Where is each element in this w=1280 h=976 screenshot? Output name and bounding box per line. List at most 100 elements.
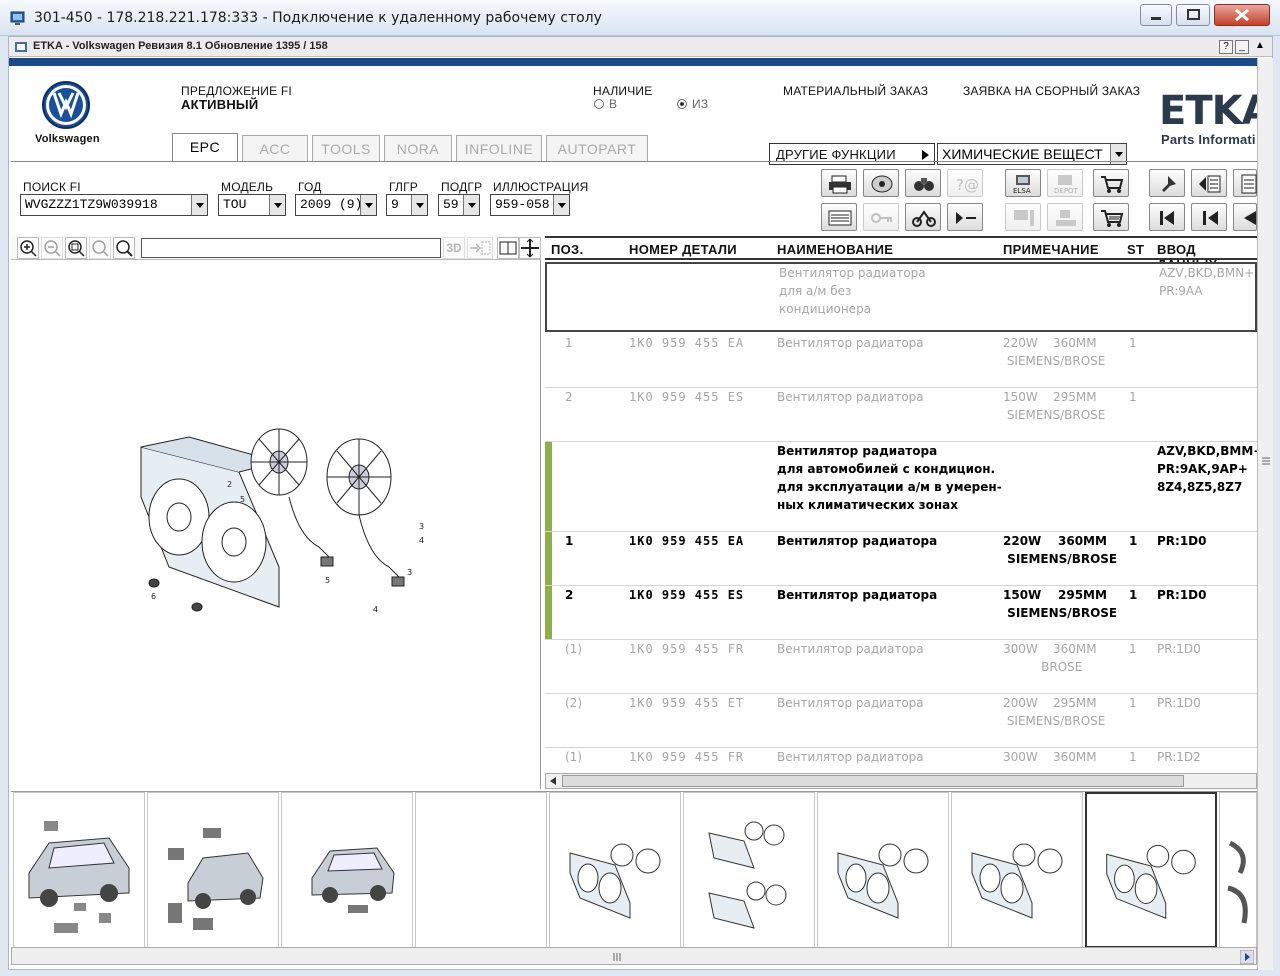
- page-vertical-scrollbar[interactable]: [1257, 58, 1273, 970]
- table-row[interactable]: (1) 1K0 959 455 FR Вентилятор радиатора …: [545, 748, 1257, 772]
- zoom-fit-button[interactable]: [65, 237, 87, 259]
- thumbnail-fan-4[interactable]: [951, 792, 1083, 948]
- disc-button[interactable]: [863, 169, 899, 197]
- etka-scroll-up[interactable]: ▲: [1253, 40, 1267, 54]
- grip-icon: [613, 953, 621, 961]
- stamp-button[interactable]: [1047, 203, 1083, 231]
- help-button[interactable]: ?: [1219, 40, 1233, 54]
- list-button[interactable]: [1191, 169, 1227, 197]
- key-button[interactable]: [863, 203, 899, 231]
- thumbnail-empty[interactable]: [415, 792, 547, 948]
- help-query-button[interactable]: ?@: [947, 169, 983, 197]
- search-parts-button[interactable]: [905, 169, 941, 197]
- back-button[interactable]: [1233, 203, 1257, 231]
- col-note[interactable]: ПРИМЕЧАНИЕ: [1003, 242, 1099, 257]
- material-order-link[interactable]: МАТЕРИАЛЬНЫЙ ЗАКАЗ: [783, 84, 928, 98]
- sub-group-select[interactable]: 59: [438, 194, 480, 216]
- chevron-down-icon[interactable]: [360, 195, 376, 215]
- cart-button[interactable]: [1093, 169, 1129, 197]
- radio-in[interactable]: [594, 99, 604, 109]
- year-select[interactable]: 2009 (9): [295, 194, 377, 216]
- split-view-button[interactable]: [497, 237, 519, 259]
- tab-acc[interactable]: ACC: [242, 135, 308, 161]
- table-row[interactable]: 1 1K0 959 455 EA Вентилятор радиатора 22…: [545, 532, 1257, 586]
- zoom-out-button[interactable]: [41, 237, 63, 259]
- thumbnail-vehicle-parts[interactable]: [147, 792, 279, 948]
- table-row[interactable]: Вентилятор радиатора для а/м без кондици…: [545, 262, 1257, 332]
- scroll-right-icon[interactable]: [1240, 950, 1254, 964]
- thumbnail-vehicle-body[interactable]: [281, 792, 413, 948]
- main-group-select[interactable]: 9: [386, 194, 428, 216]
- prev-button[interactable]: [1191, 203, 1227, 231]
- thumbnail-scrollbar[interactable]: [11, 947, 1257, 965]
- batch-order-link[interactable]: ЗАЯВКА НА СБОРНЫЙ ЗАКАЗ: [963, 84, 1140, 98]
- thumbnail-fan-2[interactable]: [683, 792, 815, 948]
- illustration-search-input[interactable]: [141, 238, 441, 258]
- pin-button[interactable]: [1149, 169, 1185, 197]
- illustration-select[interactable]: 959-058: [490, 194, 570, 216]
- chevron-down-icon[interactable]: [191, 195, 207, 215]
- cart-add-button[interactable]: [1093, 203, 1129, 231]
- col-pos[interactable]: ПОЗ.: [551, 242, 583, 257]
- scale-button[interactable]: [905, 203, 941, 231]
- table-row[interactable]: (1) 1K0 959 455 FR Вентилятор радиатора …: [545, 640, 1257, 694]
- minimize-icon: [1151, 17, 1161, 20]
- elsa-button[interactable]: ELSA: [1005, 169, 1041, 197]
- 3d-button[interactable]: 3D: [443, 237, 465, 259]
- table-row[interactable]: (2) 1K0 959 455 ET Вентилятор радиатора …: [545, 694, 1257, 748]
- magnifier-button[interactable]: [113, 237, 135, 259]
- arrow-minus-icon: [956, 212, 976, 224]
- radio-from[interactable]: [677, 99, 687, 109]
- tab-autopart[interactable]: AUTOPART: [546, 135, 648, 161]
- row-pos: (1): [565, 750, 582, 764]
- document-button[interactable]: [1233, 169, 1257, 197]
- col-st[interactable]: ST: [1127, 242, 1144, 257]
- print-button[interactable]: [821, 169, 857, 197]
- table-row[interactable]: 2 1K0 959 455 ES Вентилятор радиатора 15…: [545, 586, 1257, 640]
- tab-tools[interactable]: TOOLS: [312, 135, 380, 161]
- table-row[interactable]: 1 1K0 959 455 EA Вентилятор радиатора 22…: [545, 334, 1257, 388]
- diagram-label-3: 3: [419, 522, 424, 531]
- depot-button[interactable]: DEPOT: [1047, 169, 1083, 197]
- col-name[interactable]: НАИМЕНОВАНИЕ: [777, 242, 893, 257]
- grid-horizontal-scrollbar[interactable]: [545, 773, 1257, 789]
- fan-illustration: [1106, 844, 1196, 919]
- zoom-in-button[interactable]: [17, 237, 39, 259]
- etka-minimize-button[interactable]: _: [1235, 40, 1249, 54]
- table-row[interactable]: 2 1K0 959 455 ES Вентилятор радиатора 15…: [545, 388, 1257, 442]
- tab-epc[interactable]: EPC: [172, 133, 238, 162]
- chevron-down-icon[interactable]: [463, 195, 479, 215]
- tab-nora[interactable]: NORA: [384, 135, 452, 161]
- scroll-left-icon[interactable]: [548, 776, 558, 786]
- maximize-button[interactable]: [1176, 4, 1210, 26]
- minimize-button[interactable]: [1140, 4, 1172, 26]
- monitor-button[interactable]: [1005, 203, 1041, 231]
- radiator-fan-diagram[interactable]: 2 5 1 3 4 5 3 4 6 6: [129, 417, 429, 617]
- diagram-label-5: 5: [240, 495, 245, 504]
- thumbnail-fan-1[interactable]: [549, 792, 681, 948]
- thumbnail-fan-selected[interactable]: [1085, 792, 1217, 948]
- model-label: МОДЕЛЬ: [221, 180, 274, 194]
- zoom-fit-icon: [68, 240, 85, 257]
- chevron-down-icon[interactable]: [269, 195, 285, 215]
- thumbnail-partial[interactable]: [1219, 792, 1257, 948]
- scrollbar-thumb[interactable]: [562, 775, 1184, 787]
- tab-infoline[interactable]: INFOLINE: [456, 135, 542, 161]
- hotspot-button[interactable]: [467, 237, 493, 259]
- close-button[interactable]: [1214, 4, 1270, 26]
- arrow-minus-button[interactable]: [947, 203, 983, 231]
- col-part-number[interactable]: НОМЕР ДЕТАЛИ: [629, 242, 737, 257]
- zoom-percent-button[interactable]: [89, 237, 111, 259]
- table-row[interactable]: Вентилятор радиатора для автомобилей с к…: [545, 442, 1257, 532]
- first-button[interactable]: [1149, 203, 1185, 231]
- keyboard-button[interactable]: [821, 203, 857, 231]
- thumbnail-fan-3[interactable]: [817, 792, 949, 948]
- thumbnail-vehicle-overview[interactable]: [13, 792, 145, 948]
- row-pos: (2): [565, 696, 582, 710]
- crosshair-button[interactable]: [519, 237, 541, 259]
- chevron-down-icon[interactable]: [553, 195, 569, 215]
- chevron-down-icon[interactable]: [411, 195, 427, 215]
- fi-search-select[interactable]: WVGZZZ1TZ9W039918: [20, 194, 208, 216]
- sub-group-value: 59: [443, 197, 459, 212]
- model-select[interactable]: TOU: [218, 194, 286, 216]
